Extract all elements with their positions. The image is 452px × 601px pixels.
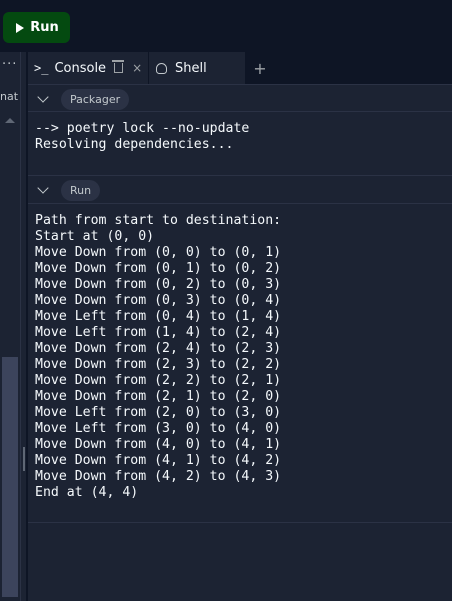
tab-shell[interactable]: Shell bbox=[149, 52, 245, 84]
play-icon bbox=[16, 22, 25, 33]
left-pane-truncated-label: nat bbox=[0, 90, 19, 103]
run-button[interactable]: Run bbox=[3, 12, 70, 43]
tab-console[interactable]: >_ Console × bbox=[28, 52, 148, 84]
run-pill: Run bbox=[61, 179, 101, 201]
terminal-prompt-icon: >_ bbox=[34, 61, 49, 75]
chevron-down-icon[interactable] bbox=[37, 91, 49, 103]
run-output-line: Move Down from (0, 1) to (0, 2) bbox=[35, 261, 282, 276]
run-output-line: Move Down from (4, 2) to (4, 3) bbox=[35, 469, 282, 484]
trash-icon[interactable] bbox=[112, 60, 125, 73]
run-output-line: Start at (0, 0) bbox=[35, 229, 155, 244]
pane-resize-handle[interactable] bbox=[23, 447, 25, 471]
run-output-line: Move Down from (4, 1) to (4, 2) bbox=[35, 453, 282, 468]
run-output-line: Move Down from (0, 0) to (0, 1) bbox=[35, 245, 282, 260]
divider bbox=[28, 203, 452, 204]
more-options-icon[interactable]: ··· bbox=[2, 57, 17, 72]
tab-console-label: Console bbox=[54, 60, 107, 76]
chevron-down-icon[interactable] bbox=[37, 182, 49, 194]
tab-shell-label: Shell bbox=[175, 60, 207, 76]
run-button-label: Run bbox=[30, 20, 59, 35]
divider bbox=[28, 522, 452, 523]
plus-icon[interactable]: + bbox=[250, 52, 270, 84]
run-output-line: End at (4, 4) bbox=[35, 485, 139, 500]
run-output-line: Move Down from (2, 1) to (2, 0) bbox=[35, 389, 282, 404]
run-section-header[interactable]: Run bbox=[28, 176, 452, 204]
scroll-up-icon[interactable] bbox=[5, 118, 15, 123]
tab-bar: >_ Console × Shell + bbox=[28, 52, 452, 85]
packager-pill: Packager bbox=[61, 88, 130, 110]
run-output-line: Move Left from (3, 0) to (4, 0) bbox=[35, 421, 282, 436]
run-output-line: Move Down from (2, 3) to (2, 2) bbox=[35, 357, 282, 372]
run-output-line: Move Down from (4, 0) to (4, 1) bbox=[35, 437, 282, 452]
run-output-line: Move Left from (2, 0) to (3, 0) bbox=[35, 405, 282, 420]
run-output-line: Move Down from (0, 2) to (0, 3) bbox=[35, 277, 282, 292]
run-output-line: Move Down from (0, 3) to (0, 4) bbox=[35, 293, 282, 308]
run-output-line: Move Left from (1, 4) to (2, 4) bbox=[35, 325, 282, 340]
packager-output: --> poetry lock --no-update Resolving dep… bbox=[35, 121, 249, 153]
packager-section-header[interactable]: Packager bbox=[28, 85, 452, 113]
run-output-line: Move Down from (2, 2) to (2, 1) bbox=[35, 373, 282, 388]
run-output: Path from start to destination: Start at … bbox=[35, 213, 281, 501]
shell-icon bbox=[156, 62, 167, 74]
top-toolbar: Run bbox=[0, 0, 452, 52]
pane-divider bbox=[26, 52, 28, 601]
run-output-line: Move Down from (2, 4) to (2, 3) bbox=[35, 341, 282, 356]
packager-output-line: --> poetry lock --no-update bbox=[35, 121, 250, 136]
close-icon[interactable]: × bbox=[132, 61, 142, 75]
packager-output-line: Resolving dependencies... bbox=[35, 137, 234, 152]
divider bbox=[28, 111, 452, 112]
run-output-line: Path from start to destination: bbox=[35, 213, 282, 228]
left-pane-scrollbar[interactable] bbox=[2, 357, 18, 597]
run-output-line: Move Left from (0, 4) to (1, 4) bbox=[35, 309, 282, 324]
